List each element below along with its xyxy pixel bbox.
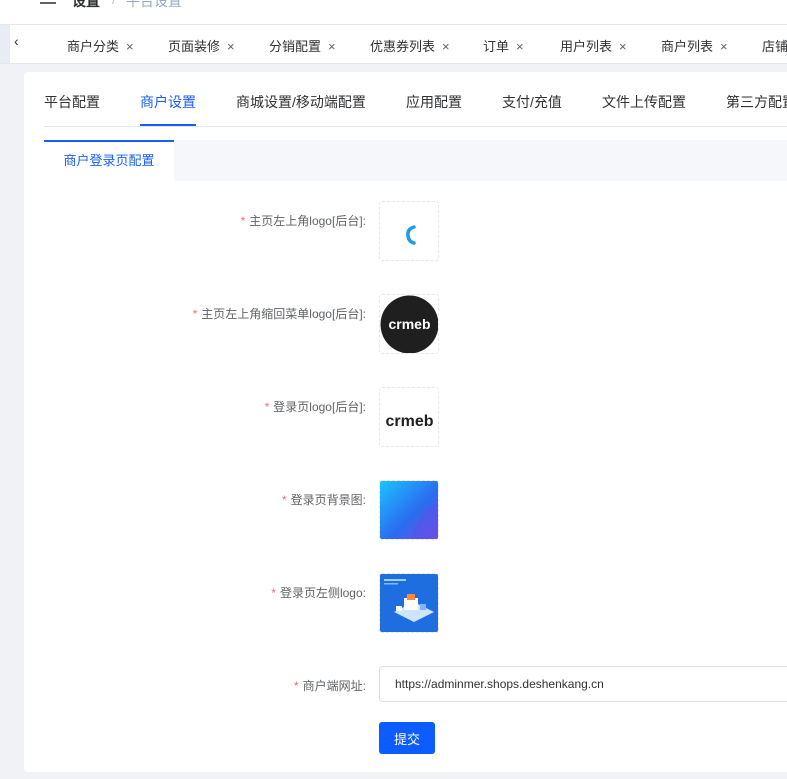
tab-platform-config[interactable]: 平台配置	[44, 92, 100, 112]
sidebar-edge	[0, 25, 10, 63]
close-icon[interactable]: ×	[328, 39, 336, 54]
close-icon[interactable]: ×	[516, 39, 524, 54]
tag-page-decoration[interactable]: 页面装修 ×	[168, 36, 235, 55]
collapsed-logo-upload[interactable]: crmeb	[379, 294, 439, 354]
login-background-upload[interactable]	[379, 480, 439, 540]
tag-coupon-list[interactable]: 优惠券列表 ×	[370, 36, 450, 55]
field-label: * 主页左上角缩回菜单logo[后台]:	[192, 307, 366, 321]
tag-user-list[interactable]: 用户列表 ×	[560, 36, 627, 55]
tag-distribution-config[interactable]: 分销配置 ×	[269, 36, 336, 55]
breadcrumb-separator: /	[112, 0, 116, 7]
gradient-background-image	[380, 481, 438, 539]
main-tabs: 平台配置 商户设置 商城设置/移动端配置 应用配置 支付/充值 文件上传配置 第…	[44, 72, 787, 127]
tab-app-config[interactable]: 应用配置	[406, 92, 462, 112]
tab-third-party-config[interactable]: 第三方配置	[726, 92, 787, 112]
breadcrumb-current: 平台设置	[126, 0, 182, 9]
tab-merchant-login-config[interactable]: 商户登录页配置	[44, 140, 174, 181]
tab-merchant-settings[interactable]: 商户设置	[140, 92, 196, 112]
breadcrumb-bar: 设置 / 平台设置	[0, 0, 787, 24]
close-icon[interactable]: ×	[442, 39, 450, 54]
submit-button[interactable]: 提交	[379, 722, 435, 754]
active-tab-indicator	[140, 124, 196, 126]
tag-store[interactable]: 店铺	[762, 36, 787, 55]
hamburger-icon[interactable]	[40, 0, 56, 6]
close-icon[interactable]: ×	[619, 39, 627, 54]
close-icon[interactable]: ×	[126, 39, 134, 54]
login-left-logo-upload[interactable]	[379, 573, 439, 633]
settings-card: 平台配置 商户设置 商城设置/移动端配置 应用配置 支付/充值 文件上传配置 第…	[24, 72, 787, 772]
field-label: * 主页左上角logo[后台]:	[240, 214, 366, 228]
field-label: * 登录页背景图:	[281, 493, 366, 507]
field-label: * 商户端网址:	[293, 679, 366, 693]
tag-merchant-category[interactable]: 商户分类 ×	[67, 36, 134, 55]
close-icon[interactable]: ×	[720, 39, 728, 54]
tags-view-bar: ‹ 商户分类 × 页面装修 × 分销配置 × 优惠券列表 × 订单 × 用户列表 × 商户列…	[0, 24, 787, 64]
tab-mall-mobile-config[interactable]: 商城设置/移动端配置	[236, 92, 366, 112]
tag-merchant-list[interactable]: 商户列表 ×	[661, 36, 728, 55]
tab-payment-recharge[interactable]: 支付/充值	[502, 92, 562, 112]
tag-orders[interactable]: 订单 ×	[483, 36, 524, 55]
field-label: * 登录页左侧logo:	[271, 586, 366, 600]
crmeb-round-logo-icon: crmeb	[380, 295, 438, 353]
isometric-illustration-image	[380, 574, 438, 632]
field-label: * 登录页logo[后台]:	[264, 400, 366, 414]
tab-file-upload-config[interactable]: 文件上传配置	[602, 92, 686, 112]
close-icon[interactable]: ×	[227, 39, 235, 54]
merchant-url-input[interactable]	[379, 666, 787, 702]
svg-text:crmeb: crmeb	[385, 413, 433, 430]
home-logo-upload[interactable]	[379, 201, 439, 261]
chevron-left-icon[interactable]: ‹	[14, 33, 19, 49]
login-logo-upload[interactable]: crmeb	[379, 387, 439, 447]
sub-tabs: 商户登录页配置	[44, 140, 787, 181]
crmeb-text-logo-icon: crmeb	[385, 413, 433, 430]
breadcrumb-root[interactable]: 设置	[72, 0, 100, 11]
svg-text:crmeb: crmeb	[388, 316, 430, 332]
c-logo-icon	[406, 225, 416, 245]
